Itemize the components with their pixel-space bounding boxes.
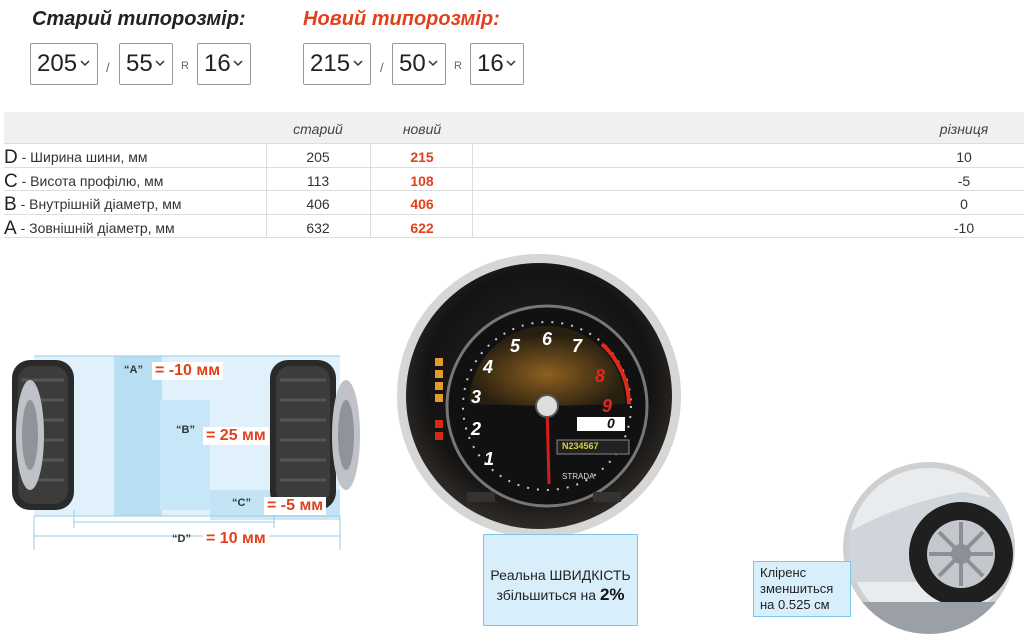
old-profile-value: 55 <box>126 50 153 77</box>
row-label-text: - Ширина шини, мм <box>17 149 148 165</box>
dial-number: 3 <box>471 387 482 407</box>
table-row: B - Внутрішній діаметр, мм 406 406 0 <box>4 191 1024 215</box>
cell-old: 205 <box>306 149 330 165</box>
comparison-table: старий новий різниця D - Ширина шини, мм… <box>4 112 1024 239</box>
dial-number: 6 <box>542 329 553 349</box>
odometer: N234567 <box>562 441 599 451</box>
drive-mode: STRADA <box>562 472 595 481</box>
table-row: A - Зовнішній діаметр, мм 632 622 -10 <box>4 215 1024 239</box>
row-label-text: - Зовнішній діаметр, мм <box>16 219 175 236</box>
cell-new: 108 <box>410 172 434 189</box>
new-r-label: R <box>454 60 462 72</box>
chevron-down-icon <box>353 60 363 67</box>
old-width-value: 205 <box>37 50 78 77</box>
cell-diff: 10 <box>956 149 972 165</box>
dial-number: 8 <box>595 366 606 386</box>
row-label: B - Внутрішній діаметр, мм <box>4 194 182 216</box>
clearance-line2: зменшиться <box>760 581 834 596</box>
speed-note-line2-wrap: збільшиться на 2% <box>484 585 637 605</box>
old-size-title: Старий типорозмір: <box>32 8 246 30</box>
speed-note-line1: Реальна ШВИДКІСТЬ <box>490 567 631 583</box>
dial-number: 5 <box>510 336 521 356</box>
dim-c-label: “C” <box>232 497 251 509</box>
header-old: старий <box>293 121 343 137</box>
chevron-down-icon <box>428 60 438 67</box>
dial-number: 2 <box>471 419 482 439</box>
table-row: D - Ширина шини, мм 205 215 10 <box>4 144 1024 168</box>
old-diameter-select[interactable]: 16 <box>197 43 251 85</box>
speed-note: Реальна ШВИДКІСТЬ збільшиться на 2% <box>483 534 638 626</box>
old-diameter-value: 16 <box>204 50 231 77</box>
row-label: A - Зовнішній діаметр, мм <box>4 218 175 240</box>
clearance-note: Кліренс зменшиться на 0.525 см <box>753 561 851 617</box>
header-diff: різниця <box>939 121 989 137</box>
clearance-line1: Кліренс <box>760 565 807 580</box>
row-label: C - Висота профілю, мм <box>4 171 163 193</box>
new-width-select[interactable]: 215 <box>303 43 371 85</box>
chevron-down-icon <box>80 60 90 67</box>
header-new: новий <box>402 121 442 137</box>
clearance-line3: на 0.525 см <box>760 597 830 612</box>
dial-number: 7 <box>572 336 583 356</box>
row-letter: D <box>4 147 18 168</box>
chevron-down-icon <box>506 60 516 67</box>
speed-note-percent: 2% <box>599 585 625 604</box>
row-letter: C <box>4 170 18 192</box>
row-label: D - Ширина шини, мм <box>4 147 147 169</box>
old-r-label: R <box>181 60 189 72</box>
dial-number: 1 <box>484 449 495 469</box>
tire-diagram: “A” = -10 мм “B” = 25 мм “C” = -5 мм “D”… <box>0 340 380 560</box>
new-size-title: Новий типорозмір: <box>303 8 500 30</box>
new-slash: / <box>380 60 384 75</box>
cell-old: 632 <box>306 219 330 236</box>
chevron-down-icon <box>155 60 165 67</box>
dim-a-value: = -10 мм <box>152 362 224 380</box>
new-profile-value: 50 <box>399 50 426 77</box>
table-row: C - Висота профілю, мм 113 108 -5 <box>4 168 1024 192</box>
dim-b-value: = 25 мм <box>203 427 269 445</box>
cell-new: 622 <box>410 219 434 236</box>
cell-new: 215 <box>410 149 434 165</box>
speedometer-image: 1 2 3 4 5 6 7 8 9 0 N234567 STRADA <box>397 254 681 538</box>
new-diameter-select[interactable]: 16 <box>470 43 524 85</box>
cell-diff: 0 <box>960 196 968 212</box>
cell-new: 406 <box>410 196 434 212</box>
dial-number: 4 <box>483 357 494 377</box>
clearance-image <box>843 462 1015 634</box>
dim-d-value: = 10 мм <box>203 530 269 548</box>
speed-note-line2: збільшиться на <box>496 587 597 603</box>
dim-a-label: “A” <box>124 364 143 376</box>
row-label-text: - Висота профілю, мм <box>17 172 164 189</box>
new-width-value: 215 <box>310 50 351 77</box>
old-slash: / <box>106 60 110 75</box>
row-letter: B <box>4 194 17 215</box>
old-width-select[interactable]: 205 <box>30 43 98 85</box>
dial-number: 9 <box>602 396 613 416</box>
cell-diff: -5 <box>957 172 971 189</box>
car-wheel-illustration <box>843 468 1015 634</box>
row-letter: A <box>4 217 17 239</box>
cell-old: 113 <box>306 172 330 189</box>
old-profile-select[interactable]: 55 <box>119 43 173 85</box>
chevron-down-icon <box>233 60 243 67</box>
dim-c-value: = -5 мм <box>264 497 327 515</box>
dim-b-label: “B” <box>176 424 195 436</box>
cell-diff: -10 <box>953 219 975 236</box>
new-profile-select[interactable]: 50 <box>392 43 446 85</box>
speedometer-gauge <box>406 263 672 529</box>
dim-d-label: “D” <box>172 533 191 545</box>
gear-indicator: 0 <box>607 415 615 431</box>
new-diameter-value: 16 <box>477 50 504 77</box>
cell-old: 406 <box>306 196 330 212</box>
row-label-text: - Внутрішній діаметр, мм <box>16 196 182 212</box>
table-header: старий новий різниця <box>4 112 1024 144</box>
